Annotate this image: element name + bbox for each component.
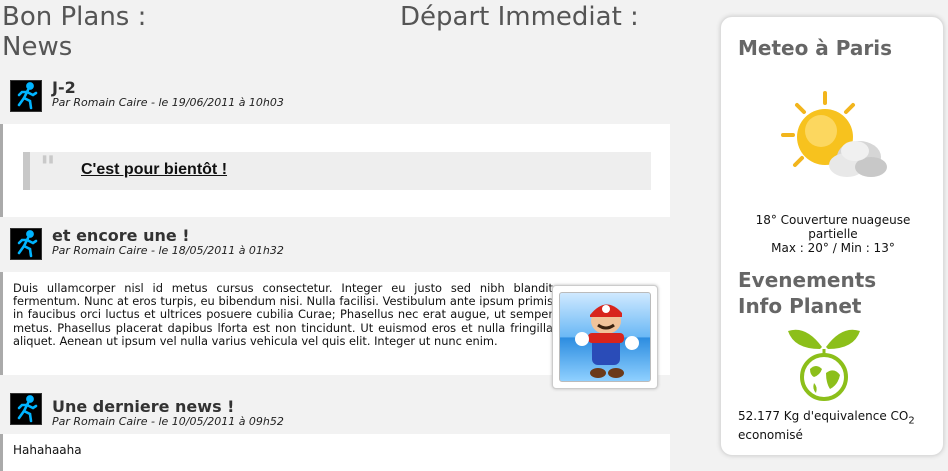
post-title[interactable]: J-2 — [52, 78, 76, 97]
co2-subscript: 2 — [908, 415, 915, 427]
post-header: et encore une ! Par Romain Caire - le 18… — [10, 226, 670, 262]
sun-cloud-icon — [773, 91, 893, 191]
events-title: Evenements Info Planet — [738, 267, 876, 319]
quote-block: " C'est pour bientôt ! — [23, 150, 651, 190]
weather-description: 18° Couverture nuageuse partielle Max : … — [721, 213, 945, 255]
page-title: Bon Plans : News — [2, 2, 202, 62]
post-body-text: Duis ullamcorper nisl id metus cursus co… — [13, 281, 553, 348]
post-title[interactable]: et encore une ! — [52, 226, 190, 245]
running-man-icon — [10, 228, 42, 260]
events-title-line1: Evenements — [738, 268, 877, 292]
page-title-line1: Bon Plans : — [2, 2, 147, 32]
page-title-line2: News — [2, 32, 73, 62]
weather-title: Meteo à Paris — [738, 36, 892, 60]
mario-image — [559, 292, 651, 382]
post-content: Hahahaaha — [0, 434, 670, 471]
post-meta: Par Romain Caire - le 10/05/2011 à 09h52 — [52, 415, 284, 428]
section-title-depart: Départ Immediat : — [400, 2, 639, 32]
weather-minmax: Max : 20° / Min : 13° — [771, 241, 895, 255]
leaf-globe-icon — [786, 323, 862, 401]
post-header: Une derniere news ! Par Romain Caire - l… — [10, 391, 670, 428]
post-meta: Par Romain Caire - le 19/06/2011 à 10h03 — [52, 96, 284, 109]
post-title[interactable]: Une derniere news ! — [52, 397, 234, 416]
mario-thumbnail[interactable] — [552, 285, 658, 389]
weather-condition-cont: partielle — [808, 227, 858, 241]
post-meta: Par Romain Caire - le 18/05/2011 à 01h32 — [52, 244, 284, 257]
post-body-text: Hahahaaha — [13, 443, 82, 457]
weather-condition: 18° Couverture nuageuse — [755, 213, 911, 227]
post-header: J-2 Par Romain Caire - le 19/06/2011 à 1… — [10, 78, 670, 114]
sidebar: Meteo à Paris 18° Couverture nuageuse pa… — [720, 16, 944, 456]
co2-suffix: economisé — [738, 428, 803, 443]
events-title-line2: Info Planet — [738, 294, 862, 318]
co2-savings: 52.177 Kg d'equivalence CO2 economisé — [738, 409, 938, 442]
running-man-icon — [10, 393, 42, 425]
co2-value: 52.177 Kg d'equivalence CO — [738, 409, 909, 423]
quote-icon: " — [40, 150, 56, 185]
post-content: " C'est pour bientôt ! — [0, 124, 670, 217]
quote-link[interactable]: C'est pour bientôt ! — [81, 161, 227, 179]
running-man-icon — [10, 80, 42, 112]
